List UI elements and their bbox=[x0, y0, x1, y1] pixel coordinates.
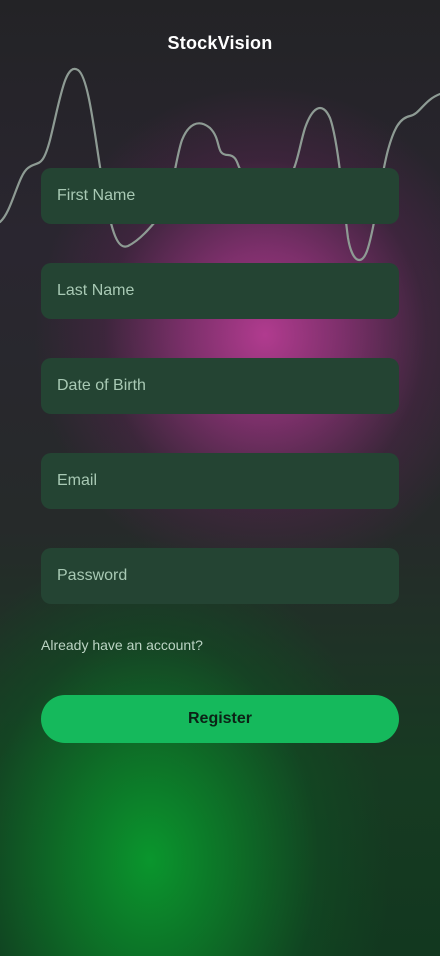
register-button[interactable]: Register bbox=[41, 695, 399, 743]
app-title: StockVision bbox=[167, 33, 273, 53]
last-name-input[interactable] bbox=[41, 263, 399, 319]
email-input[interactable] bbox=[41, 453, 399, 509]
password-input[interactable] bbox=[41, 548, 399, 604]
stock-line-path bbox=[0, 67, 440, 262]
date-of-birth-input[interactable] bbox=[41, 358, 399, 414]
first-name-input[interactable] bbox=[41, 168, 399, 224]
login-link[interactable]: Already have an account? bbox=[41, 637, 203, 653]
